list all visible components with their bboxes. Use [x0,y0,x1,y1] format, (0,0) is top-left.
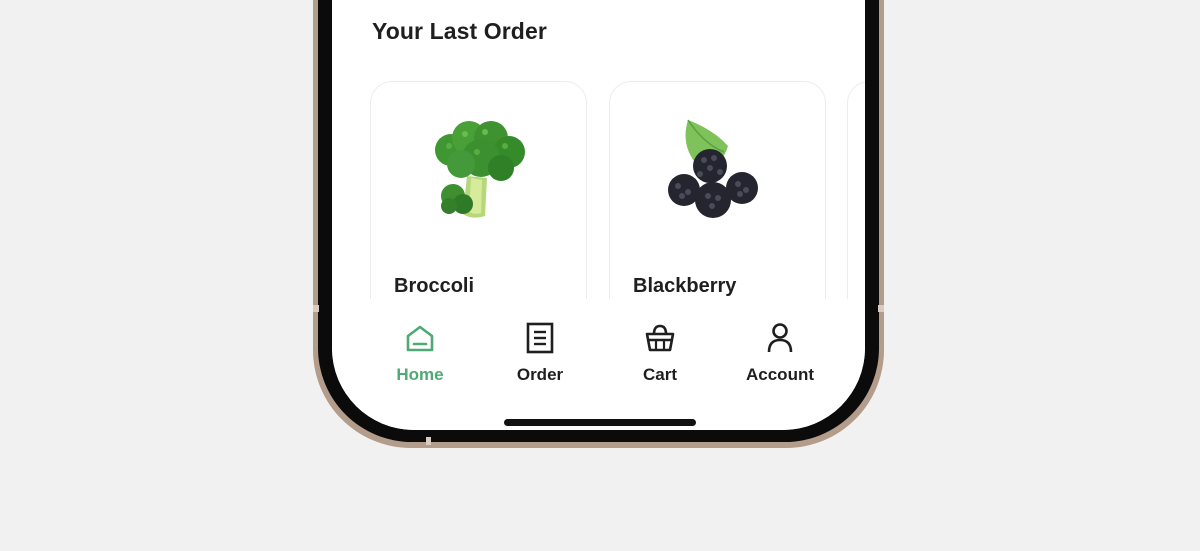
basket-icon [645,324,675,352]
antenna-mark [878,305,884,312]
blackberry-image [667,119,758,218]
antenna-mark [313,305,319,312]
order-list-icon [526,322,554,354]
nav-order[interactable]: Order [485,299,595,399]
nav-account[interactable]: Account [725,299,835,399]
user-icon [767,323,793,353]
phone-screen: Your Last Order Broccoli Blackberry Home… [332,0,865,430]
order-card-label: Blackberry [633,275,737,297]
nav-home[interactable]: Home [365,299,475,399]
home-indicator [504,419,696,426]
frame-mark [426,437,431,445]
nav-label-account: Account [746,365,814,384]
bottom-navigation: Home Order Cart Account [332,299,865,430]
nav-label-home: Home [396,365,444,384]
order-card-partial[interactable] [847,81,865,321]
order-card-broccoli[interactable]: Broccoli [370,81,587,321]
nav-label-order: Order [516,365,564,384]
nav-cart[interactable]: Cart [605,299,715,399]
broccoli-image [434,121,525,218]
order-card-blackberry[interactable]: Blackberry [609,81,826,321]
order-card-label: Broccoli [394,275,475,297]
nav-label-cart: Cart [642,365,677,384]
section-title: Your Last Order [372,18,547,44]
home-icon [406,325,434,352]
